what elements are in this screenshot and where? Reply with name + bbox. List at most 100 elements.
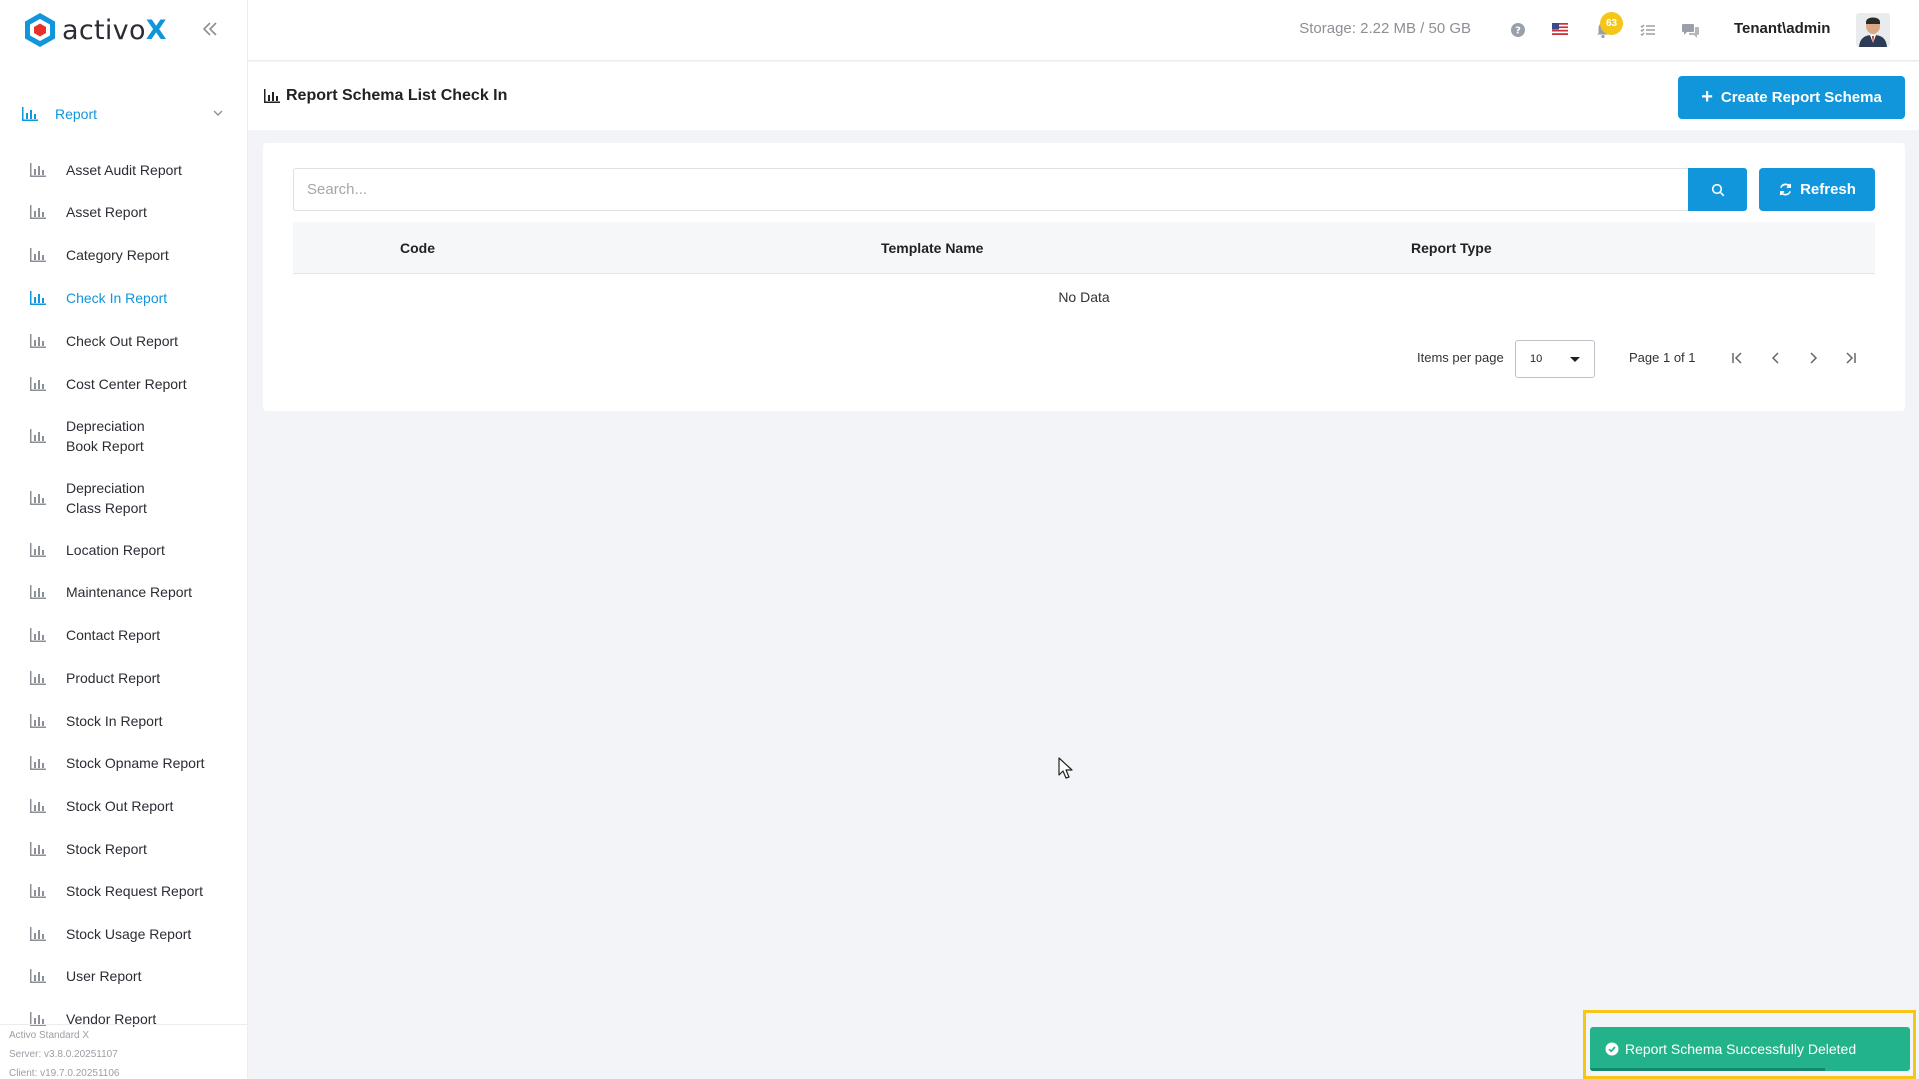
bar-chart-icon (30, 291, 46, 305)
user-name[interactable]: Tenant\admin (1734, 20, 1830, 37)
page-title-text: Report Schema List Check In (286, 87, 508, 104)
items-per-page-select[interactable]: 10 (1515, 340, 1595, 378)
sidebar-item-category-report[interactable]: Category Report (30, 245, 230, 265)
bar-chart-icon (30, 585, 46, 599)
column-header-report-type[interactable]: Report Type (1411, 240, 1492, 256)
bar-chart-icon (30, 377, 46, 391)
sidebar-item-depreciation-class-report[interactable]: Depreciation Class Report (30, 478, 180, 518)
caret-down-icon (1570, 357, 1580, 362)
sidebar-item-product-report[interactable]: Product Report (30, 668, 230, 688)
sidebar-item-stock-opname-report[interactable]: Stock Opname Report (30, 753, 230, 773)
sidebar-item-label: Category Report (66, 247, 169, 263)
storage-usage: Storage: 2.22 MB / 50 GB (1299, 20, 1471, 37)
previous-page-icon[interactable] (1765, 347, 1787, 369)
sidebar-item-maintenance-report[interactable]: Maintenance Report (30, 582, 230, 602)
divider (0, 1024, 247, 1025)
sidebar-item-stock-out-report[interactable]: Stock Out Report (30, 796, 230, 816)
sidebar-item-label: Cost Center Report (66, 376, 187, 392)
items-per-page-value: 10 (1530, 353, 1543, 365)
report-schema-card: Refresh Code Template Name Report Type N… (263, 143, 1905, 411)
bar-chart-icon (30, 543, 46, 557)
column-header-template-name[interactable]: Template Name (881, 240, 983, 256)
bar-chart-icon (30, 799, 46, 813)
first-page-icon[interactable] (1727, 347, 1749, 369)
page-header: Report Schema List Check In + Create Rep… (248, 62, 1919, 130)
client-version: Client: v19.7.0.20251106 (9, 1068, 120, 1079)
sidebar-item-asset-report[interactable]: Asset Report (30, 202, 230, 222)
bar-chart-icon (30, 429, 46, 443)
column-header-code[interactable]: Code (400, 240, 435, 256)
refresh-label: Refresh (1800, 181, 1856, 198)
sidebar-item-contact-report[interactable]: Contact Report (30, 625, 230, 645)
sidebar-item-label: Asset Report (66, 204, 147, 220)
avatar[interactable] (1856, 13, 1890, 47)
bar-chart-icon (30, 714, 46, 728)
sidebar-item-stock-usage-report[interactable]: Stock Usage Report (30, 924, 230, 944)
page-title: Report Schema List Check In (264, 87, 507, 105)
version-info: Activo Standard X Server: v3.8.0.2025110… (9, 1026, 119, 1079)
sidebar-item-label: Stock Request Report (66, 883, 203, 899)
us-flag-icon[interactable] (1552, 23, 1568, 35)
top-header: Storage: 2.22 MB / 50 GB ? 63 Tenant\adm… (248, 0, 1919, 61)
edition-label: Activo Standard X (9, 1030, 90, 1041)
check-circle-icon (1605, 1042, 1619, 1056)
sidebar-item-label: Depreciation Book Report (66, 418, 145, 454)
sidebar-item-label: Stock Report (66, 841, 147, 857)
task-list-icon[interactable] (1639, 21, 1657, 39)
bar-chart-icon (30, 671, 46, 685)
refresh-icon (1780, 183, 1792, 196)
bar-chart-icon (30, 927, 46, 941)
toast-progress-bar (1590, 1068, 1825, 1071)
sidebar-item-check-in-report[interactable]: Check In Report (30, 288, 230, 308)
bar-chart-icon (30, 628, 46, 642)
search-input[interactable] (293, 168, 1689, 211)
chat-icon[interactable] (1682, 21, 1700, 39)
bar-chart-icon (30, 334, 46, 348)
page-info: Page 1 of 1 (1629, 350, 1696, 365)
sidebar-item-label: Asset Audit Report (66, 162, 182, 178)
server-version: Server: v3.8.0.20251107 (9, 1049, 118, 1060)
sidebar-item-asset-audit-report[interactable]: Asset Audit Report (30, 160, 230, 180)
bar-chart-icon (30, 756, 46, 770)
bar-chart-icon (22, 107, 38, 121)
empty-table-message: No Data (1058, 289, 1110, 305)
sidebar-item-label: Check In Report (66, 290, 168, 306)
collapse-sidebar-icon[interactable] (199, 18, 221, 40)
bar-chart-icon (30, 969, 46, 983)
bar-chart-icon (30, 884, 46, 898)
bar-chart-icon (30, 842, 46, 856)
sidebar-item-user-report[interactable]: User Report (30, 966, 230, 986)
app-name: activoX (62, 14, 167, 46)
sidebar-item-label: Stock Usage Report (66, 926, 192, 942)
sidebar-item-check-out-report[interactable]: Check Out Report (30, 331, 230, 351)
sidebar-item-label: Stock Opname Report (66, 755, 205, 771)
sidebar-item-stock-report[interactable]: Stock Report (30, 839, 230, 859)
sidebar-item-label: Depreciation Class Report (66, 480, 147, 516)
create-report-schema-button[interactable]: + Create Report Schema (1678, 76, 1905, 119)
sidebar-item-location-report[interactable]: Location Report (30, 540, 230, 560)
last-page-icon[interactable] (1839, 347, 1861, 369)
help-icon[interactable]: ? (1509, 21, 1527, 39)
activo-logo-icon (25, 13, 55, 47)
sidebar-item-stock-in-report[interactable]: Stock In Report (30, 711, 230, 731)
bar-chart-icon (264, 89, 280, 103)
success-toast[interactable]: Report Schema Successfully Deleted (1590, 1027, 1910, 1071)
search-icon (1711, 183, 1724, 196)
logo[interactable]: activoX (0, 0, 247, 60)
sidebar-item-stock-request-report[interactable]: Stock Request Report (30, 881, 230, 901)
next-page-icon[interactable] (1802, 347, 1824, 369)
notification-badge[interactable]: 63 (1600, 12, 1623, 35)
chevron-down-icon (213, 110, 223, 116)
sidebar-item-label: User Report (66, 968, 142, 984)
create-button-label: Create Report Schema (1720, 89, 1882, 106)
sidebar-group-label: Report (55, 106, 98, 122)
sidebar-item-label: Stock Out Report (66, 798, 174, 814)
sidebar-item-cost-center-report[interactable]: Cost Center Report (30, 374, 230, 394)
search-button[interactable] (1688, 168, 1747, 211)
sidebar-group-report[interactable]: Report (0, 100, 247, 128)
refresh-button[interactable]: Refresh (1759, 168, 1875, 211)
toast-message: Report Schema Successfully Deleted (1625, 1041, 1857, 1057)
sidebar-item-depreciation-book-report[interactable]: Depreciation Book Report (30, 416, 180, 456)
sidebar-item-label: Product Report (66, 670, 161, 686)
sidebar-item-label: Location Report (66, 542, 165, 558)
